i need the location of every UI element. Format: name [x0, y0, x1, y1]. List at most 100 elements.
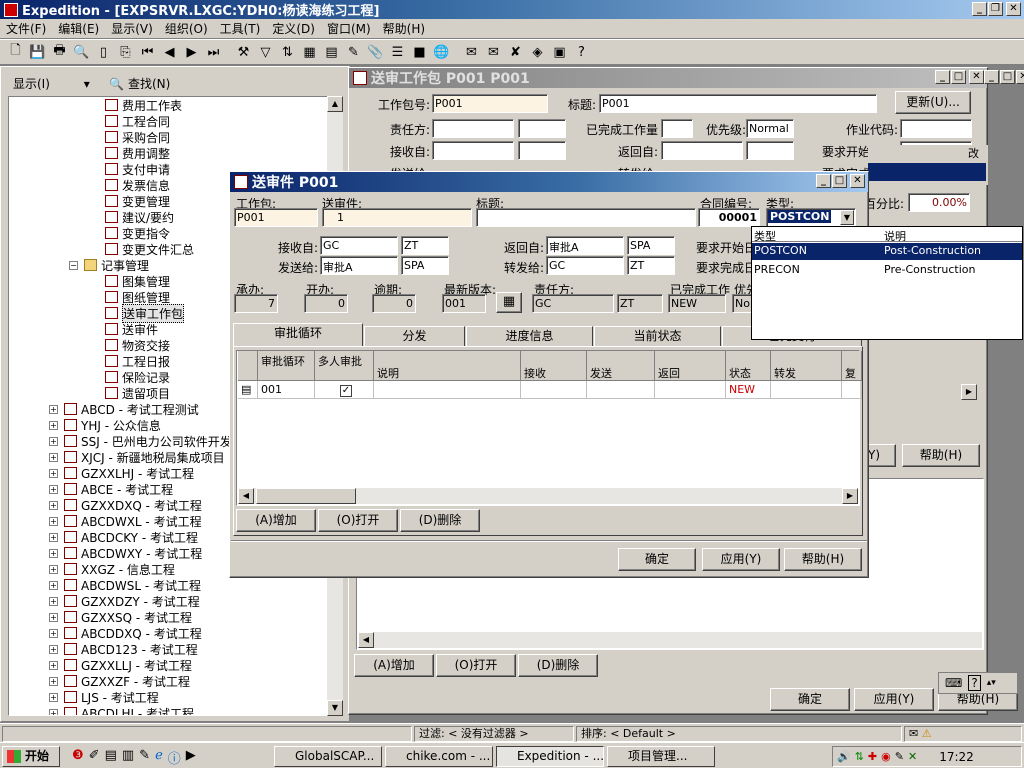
- tree-item-doc[interactable]: 变更文件汇总: [105, 241, 194, 257]
- media-launch-icon[interactable]: ▶: [186, 748, 196, 767]
- expand-icon[interactable]: +: [49, 628, 58, 638]
- pkg-apply-button[interactable]: 应用(Y): [854, 688, 934, 711]
- pkg-open-button[interactable]: (O)打开: [436, 654, 516, 677]
- grid-col-4[interactable]: 发送: [587, 351, 655, 381]
- find-button[interactable]: 🔍 查找(N): [109, 75, 170, 92]
- grid-col-7[interactable]: 转发: [771, 351, 842, 381]
- spin-icon[interactable]: ▴▾: [987, 678, 996, 688]
- grid-col-6[interactable]: 状态: [726, 351, 771, 381]
- dropdown-option-precon[interactable]: PRECON Pre-Construction: [752, 262, 1022, 279]
- sub-ok-button[interactable]: 确定: [618, 548, 696, 571]
- expand-icon[interactable]: +: [49, 580, 58, 590]
- tree-item-doc[interactable]: 送审工作包: [105, 303, 185, 323]
- tree-item-doc[interactable]: 费用工作表: [105, 97, 182, 113]
- dropdown-option-postcon[interactable]: POSTCON Post-Construction: [752, 243, 1022, 260]
- expand-icon[interactable]: +: [49, 644, 58, 654]
- display-dropdown[interactable]: 显示(I) ▾: [13, 75, 95, 92]
- last-icon[interactable]: ⏭: [204, 43, 223, 62]
- pkg-min-button[interactable]: _: [935, 70, 950, 84]
- pkg-jobcode-field[interactable]: [900, 119, 972, 138]
- pkg-title-field[interactable]: P001: [599, 94, 877, 113]
- menu-item-0[interactable]: 文件(F): [0, 20, 52, 37]
- outer-max-button[interactable]: □: [1000, 70, 1015, 84]
- tree-item-project[interactable]: + ABCDWSL - 考试工程: [49, 577, 201, 593]
- sub-forward-b-field[interactable]: ZT: [627, 256, 675, 275]
- tray-av-icon[interactable]: ◉: [881, 750, 891, 763]
- menu-item-2[interactable]: 显示(V): [105, 20, 159, 37]
- pkg-no-field[interactable]: P001: [432, 94, 548, 113]
- tab-0[interactable]: 审批循环: [233, 323, 363, 347]
- tree-item-project[interactable]: + ABCD - 考试工程测试: [49, 401, 199, 417]
- preview-icon[interactable]: 🔍: [72, 43, 91, 62]
- tree-item-project[interactable]: + ABCDWXL - 考试工程: [49, 513, 202, 529]
- info-launch-icon[interactable]: ⓘ: [168, 748, 181, 767]
- sub-apply-button[interactable]: 应用(Y): [702, 548, 780, 571]
- delete-icon[interactable]: ✘: [506, 43, 525, 62]
- filter-icon[interactable]: ▽: [256, 43, 275, 62]
- grid-col-2[interactable]: 说明: [374, 351, 521, 381]
- menu-item-4[interactable]: 工具(T): [214, 20, 267, 37]
- grid-col-0[interactable]: 审批循环: [258, 351, 315, 381]
- tree-item-project[interactable]: + XJCJ - 新疆地税局集成项目: [49, 449, 225, 465]
- pkg-ok-button[interactable]: 确定: [770, 688, 850, 711]
- tree-item-doc[interactable]: 支付申请: [105, 161, 170, 177]
- first-icon[interactable]: ⏮: [138, 43, 157, 62]
- sub-delete-button[interactable]: (D)删除: [400, 509, 480, 532]
- next-icon[interactable]: ▶: [182, 43, 201, 62]
- pkg-delete-button[interactable]: (D)删除: [518, 654, 598, 677]
- mail-check-icon[interactable]: ✉: [484, 43, 503, 62]
- pkg-done-field[interactable]: [661, 119, 693, 138]
- tools-icon[interactable]: ⚒: [234, 43, 253, 62]
- tree-item-doc[interactable]: 遗留项目: [105, 385, 170, 401]
- tray-tool-icon[interactable]: ✎: [895, 750, 904, 763]
- mail-icon[interactable]: ✉: [462, 43, 481, 62]
- expand-icon[interactable]: +: [49, 484, 58, 494]
- tree-item-doc[interactable]: 费用调整: [105, 145, 170, 161]
- grid-cell-cycle[interactable]: 001: [258, 381, 315, 399]
- tree-item-doc[interactable]: 工程日报: [105, 353, 170, 369]
- network-icon[interactable]: ⇅: [855, 750, 864, 763]
- sub-max-button[interactable]: □: [832, 174, 847, 188]
- volume-icon[interactable]: 🔊: [837, 750, 851, 763]
- expand-icon[interactable]: +: [49, 596, 58, 606]
- pkg-resp-b-field[interactable]: [518, 119, 566, 138]
- pkg-recv-b-field[interactable]: [518, 141, 566, 160]
- grid-col-8[interactable]: 复: [842, 351, 862, 381]
- tab-1[interactable]: 分发: [364, 326, 465, 347]
- globe-icon[interactable]: 🌐: [432, 43, 451, 62]
- update-button[interactable]: 更新(U)...: [895, 91, 971, 114]
- ie-launch-icon[interactable]: ℯ: [155, 748, 163, 767]
- link-icon[interactable]: ✎: [344, 43, 363, 62]
- pkg-hscrollbar[interactable]: ◀: [358, 632, 982, 648]
- page-icon[interactable]: ▯: [94, 43, 113, 62]
- sub-add-button[interactable]: (A)增加: [236, 509, 316, 532]
- pkg-resp-a-field[interactable]: [432, 119, 514, 138]
- pen-launch-icon[interactable]: ✐: [89, 748, 100, 767]
- grid-icon[interactable]: ▦: [300, 43, 319, 62]
- sub-recv-b-field[interactable]: ZT: [401, 236, 449, 255]
- tree-item-project[interactable]: + YHJ - 公众信息: [49, 417, 161, 433]
- help-query-icon[interactable]: ?: [968, 675, 981, 691]
- expand-icon[interactable]: +: [49, 532, 58, 542]
- tree-item-doc[interactable]: 建议/要约: [105, 209, 174, 225]
- tree-item-project[interactable]: + GZXXLLJ - 考试工程: [49, 657, 192, 673]
- tree-item-project[interactable]: + GZXXZF - 考试工程: [49, 673, 190, 689]
- expand-icon[interactable]: −: [69, 260, 78, 270]
- tree-item-project[interactable]: + XXGZ - 信息工程: [49, 561, 175, 577]
- tree-item-project[interactable]: + SSJ - 巴州电力公司软件开发: [49, 433, 232, 449]
- tree-item-project[interactable]: + GZXXSQ - 考试工程: [49, 609, 192, 625]
- grid-col-1[interactable]: 多人审批: [315, 351, 374, 381]
- sub-help-button[interactable]: 帮助(H): [784, 548, 862, 571]
- keyboard-icon[interactable]: ⌨: [945, 676, 962, 690]
- tree-item-project[interactable]: + ABCDCKY - 考试工程: [49, 529, 198, 545]
- expand-icon[interactable]: +: [49, 500, 58, 510]
- tree-item-project[interactable]: + GZXXDZY - 考试工程: [49, 593, 200, 609]
- tree-item-doc[interactable]: 工程合同: [105, 113, 170, 129]
- grid-cell[interactable]: [771, 381, 842, 399]
- expand-icon[interactable]: +: [49, 516, 58, 526]
- tree-item-doc[interactable]: 图集管理: [105, 273, 170, 289]
- tree-item-folder[interactable]: − 记事管理: [69, 257, 149, 273]
- note-launch-icon[interactable]: ✎: [139, 748, 150, 767]
- expand-icon[interactable]: +: [49, 692, 58, 702]
- sub-pkg-field[interactable]: P001: [234, 208, 318, 227]
